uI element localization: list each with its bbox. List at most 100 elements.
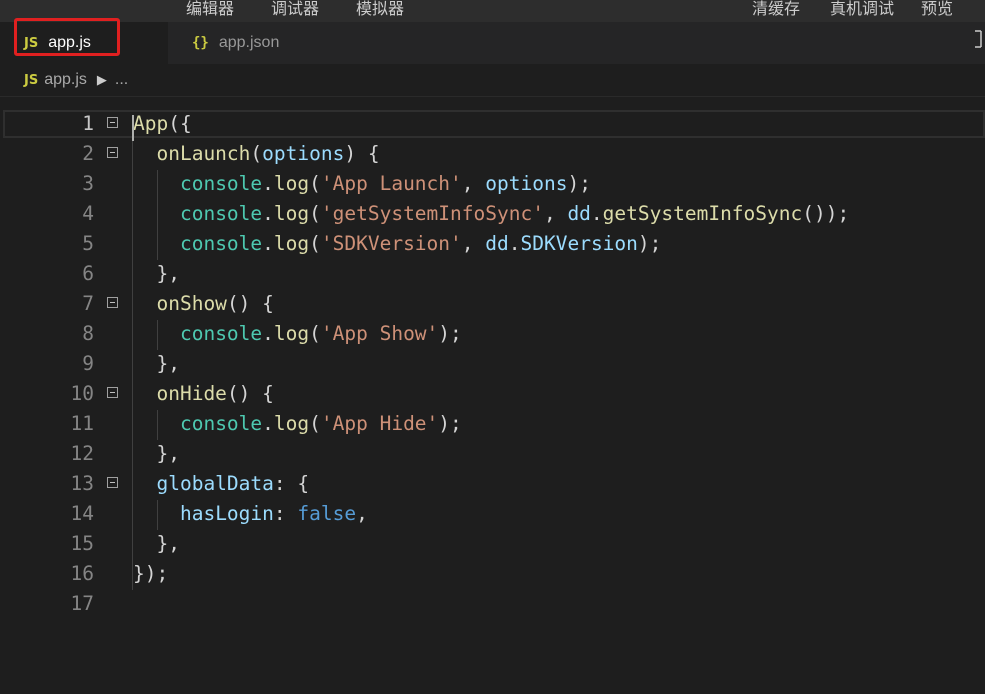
code-token: dd	[567, 202, 591, 225]
fold-collapse-icon[interactable]	[107, 477, 118, 488]
tab-app-json[interactable]: {} app.json	[168, 22, 348, 64]
indent-guide	[157, 170, 158, 260]
code-token: log	[273, 202, 310, 225]
toolbar-item-clear-cache[interactable]: 清缓存	[752, 0, 800, 19]
code-token: App	[133, 112, 169, 135]
code-line[interactable]: 8 console.log('App Show');	[0, 319, 985, 349]
code-text: },	[133, 259, 180, 289]
code-line[interactable]: 4 console.log('getSystemInfoSync', dd.ge…	[0, 199, 985, 229]
code-line[interactable]: 14 hasLogin: false,	[0, 499, 985, 529]
line-number: 7	[82, 292, 94, 315]
annotation-highlight-box	[14, 18, 120, 56]
code-text: onHide() {	[133, 379, 274, 409]
code-text: console.log('getSystemInfoSync', dd.getS…	[133, 199, 849, 229]
code-line[interactable]: 5 console.log('SDKVersion', dd.SDKVersio…	[0, 229, 985, 259]
line-number: 3	[82, 172, 94, 195]
line-number: 17	[70, 592, 94, 615]
code-token: );	[438, 412, 462, 435]
line-number: 2	[82, 142, 94, 165]
code-token: onShow	[156, 292, 227, 315]
fold-collapse-icon[interactable]	[107, 147, 118, 158]
indent-guide	[157, 410, 158, 440]
code-token: ) {	[344, 142, 380, 165]
code-token: options	[262, 142, 345, 165]
code-text: App({	[133, 109, 192, 139]
code-line[interactable]: 10 onHide() {	[0, 379, 985, 409]
code-line[interactable]: 17	[0, 589, 985, 619]
line-number: 12	[70, 442, 94, 465]
split-editor-icon[interactable]	[973, 30, 983, 53]
code-text: onLaunch(options) {	[133, 139, 380, 169]
code-text: },	[133, 439, 180, 469]
code-line[interactable]: 7 onShow() {	[0, 289, 985, 319]
code-token: .	[262, 202, 274, 225]
code-line[interactable]: 1 App({	[0, 109, 985, 139]
code-line[interactable]: 9 },	[0, 349, 985, 379]
code-token: 'App Hide'	[320, 412, 439, 435]
breadcrumb-more[interactable]: ...	[115, 71, 128, 89]
code-line[interactable]: 15 },	[0, 529, 985, 559]
code-token: 'SDKVersion'	[320, 232, 462, 255]
code-token: hasLogin	[179, 502, 274, 525]
code-token: console	[179, 322, 263, 345]
code-token: (	[309, 232, 321, 255]
code-token: log	[273, 412, 310, 435]
code-token: 'App Launch'	[320, 172, 462, 195]
code-line[interactable]: 3 console.log('App Launch', options);	[0, 169, 985, 199]
code-line[interactable]: 2 onLaunch(options) {	[0, 139, 985, 169]
code-token: () {	[226, 292, 274, 315]
code-line[interactable]: 6 },	[0, 259, 985, 289]
code-line[interactable]: 12 },	[0, 439, 985, 469]
line-number: 5	[82, 232, 94, 255]
code-token: options	[485, 172, 568, 195]
code-text: },	[133, 529, 180, 559]
line-number: 13	[70, 472, 94, 495]
toolbar-item-device-debug[interactable]: 真机调试	[830, 0, 894, 19]
code-token: globalData	[156, 472, 274, 495]
code-text: console.log('App Launch', options);	[133, 169, 591, 199]
code-token: );	[567, 172, 591, 195]
code-token: (	[309, 172, 321, 195]
code-line[interactable]: 11 console.log('App Hide');	[0, 409, 985, 439]
top-toolbar: 编辑器 调试器 模拟器 清缓存 真机调试 预览	[0, 0, 985, 22]
code-text: console.log('App Hide');	[133, 409, 462, 439]
code-token: (	[309, 202, 321, 225]
code-token: console	[179, 202, 263, 225]
code-token: () {	[226, 382, 274, 405]
fold-collapse-icon[interactable]	[107, 297, 118, 308]
line-number: 15	[70, 532, 94, 555]
code-token: },	[133, 532, 180, 555]
text-cursor	[132, 115, 134, 141]
fold-collapse-icon[interactable]	[107, 387, 118, 398]
code-text: onShow() {	[133, 289, 274, 319]
code-token: 'getSystemInfoSync'	[320, 202, 544, 225]
toolbar-item-debugger[interactable]: 调试器	[271, 0, 319, 19]
code-editor[interactable]: 1 App({2 onLaunch(options) {3 console.log…	[0, 96, 985, 694]
json-file-icon: {}	[192, 35, 209, 51]
code-token: },	[133, 442, 180, 465]
code-token: .	[262, 412, 274, 435]
toolbar-item-simulator[interactable]: 模拟器	[356, 0, 404, 19]
code-token: log	[273, 232, 310, 255]
code-token: .	[262, 172, 274, 195]
toolbar-item-editor[interactable]: 编辑器	[186, 0, 234, 19]
toolbar-item-preview[interactable]: 预览	[921, 0, 953, 19]
indent-guide	[157, 320, 158, 350]
breadcrumb-file[interactable]: app.js	[44, 71, 87, 89]
code-token: log	[273, 322, 310, 345]
line-number: 9	[82, 352, 94, 375]
line-number: 4	[82, 202, 94, 225]
code-token: dd	[485, 232, 509, 255]
code-line[interactable]: 13 globalData: {	[0, 469, 985, 499]
code-line[interactable]: 16});	[0, 559, 985, 589]
code-text: },	[133, 349, 180, 379]
code-token: ());	[802, 202, 850, 225]
code-token: },	[133, 262, 180, 285]
code-text: hasLogin: false,	[133, 499, 368, 529]
code-text: });	[133, 559, 168, 589]
fold-collapse-icon[interactable]	[107, 117, 118, 128]
